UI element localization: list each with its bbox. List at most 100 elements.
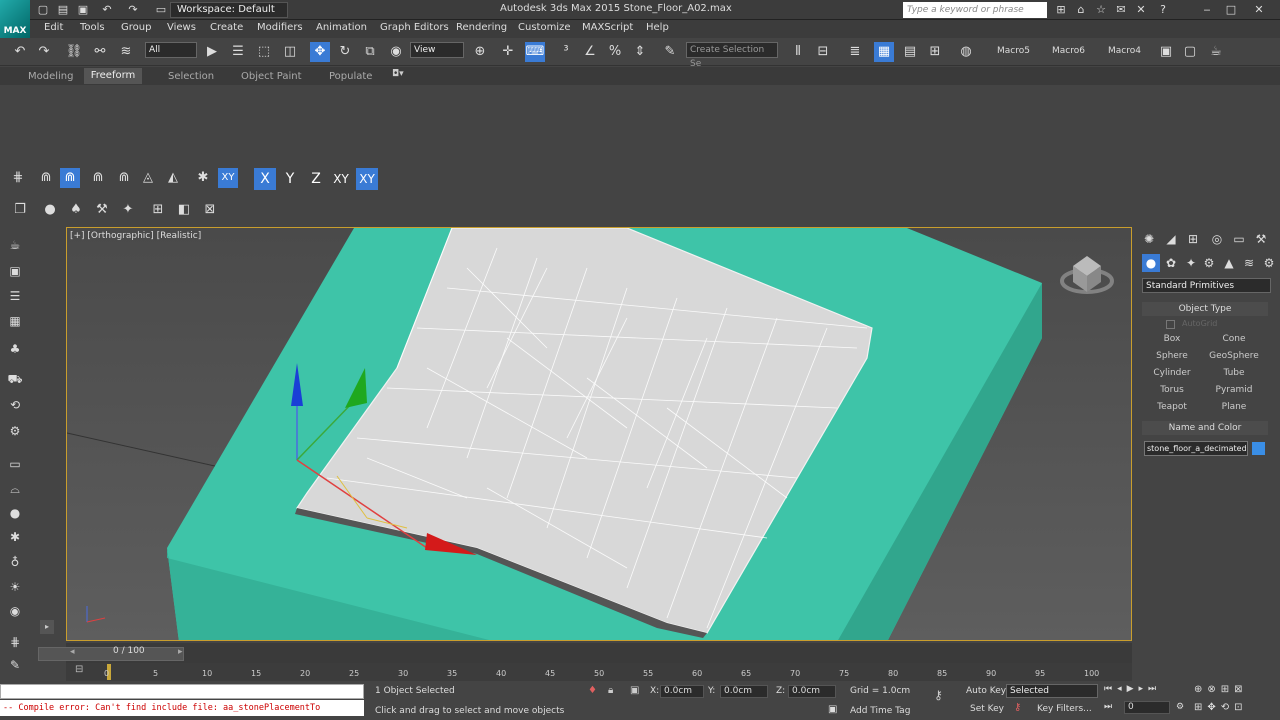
auto-key-button[interactable]: Auto Key (966, 686, 1006, 696)
menu-graph-editors[interactable]: Graph Editors (380, 22, 449, 33)
menu-maxscript[interactable]: MAXScript (582, 22, 633, 33)
bind-space-warp-icon[interactable]: ≋ (116, 42, 136, 62)
isolate-selection-icon[interactable]: ♦ (588, 685, 597, 696)
menu-modifiers[interactable]: Modifiers (257, 22, 303, 33)
edit-named-selection-icon[interactable]: ✎ (660, 42, 680, 62)
snap-perpendicular-icon[interactable]: ◭ (163, 168, 183, 188)
rectangular-selection-icon[interactable]: ⬚ (254, 42, 274, 62)
name-and-color-rollout[interactable]: Name and Color (1142, 421, 1268, 435)
key-mode-toggle-icon[interactable]: ⏭ (1104, 702, 1112, 712)
helpers-icon[interactable]: ▲ (1220, 254, 1238, 272)
teapot-button[interactable]: Teapot (1144, 400, 1200, 414)
select-by-name-icon[interactable]: ☰ (228, 42, 248, 62)
list-icon[interactable]: ☰ (6, 287, 24, 305)
menu-create[interactable]: Create (210, 22, 243, 33)
x-coord-field[interactable]: 0.0cm (660, 685, 704, 698)
spinner-snap-icon[interactable]: ⇕ (630, 42, 650, 62)
ribbon-options-icon[interactable]: ◘▾ (392, 69, 404, 79)
grid-small-icon[interactable]: ⋕ (6, 633, 24, 651)
percent-snap-icon[interactable]: % (605, 42, 625, 62)
set-key-icon[interactable]: ⚷ (1014, 702, 1021, 713)
cameras-icon[interactable]: ⚙ (1200, 254, 1218, 272)
snap-pivot-icon[interactable]: ⋒ (36, 168, 56, 188)
menu-customize[interactable]: Customize (518, 22, 571, 33)
snap-midpoint-icon[interactable]: ✱ (193, 168, 213, 188)
time-slider[interactable] (38, 647, 184, 661)
add-time-tag-button[interactable]: Add Time Tag (850, 706, 910, 716)
open-file-icon[interactable]: ▤ (56, 3, 70, 17)
maxscript-output[interactable]: -- Compile error: Can't find include fil… (0, 700, 364, 716)
subscription-icon[interactable]: ⌂ (1074, 3, 1088, 17)
autogrid-checkbox[interactable] (1166, 320, 1175, 329)
snap-edge-icon[interactable]: ⋒ (88, 168, 108, 188)
time-config-icon[interactable]: ⚙ (1176, 702, 1184, 712)
manipulate-icon[interactable]: ✛ (498, 42, 518, 62)
lightbulb-icon[interactable]: ♁ (6, 553, 24, 571)
angle-snap-icon[interactable]: ∠ (580, 42, 600, 62)
plane-button[interactable]: Plane (1206, 400, 1262, 414)
z-coord-field[interactable]: 0.0cm (788, 685, 836, 698)
geosphere-button[interactable]: GeoSphere (1206, 349, 1262, 363)
ribbon-tab-object-paint[interactable]: Object Paint (241, 71, 302, 82)
selection-filter-dropdown[interactable]: All (145, 42, 197, 58)
ribbon-tab-freeform[interactable]: Freeform (84, 68, 142, 84)
schematic-view-icon[interactable]: ⊞ (925, 42, 945, 62)
app-menu-button[interactable]: MAX (0, 0, 30, 38)
macro4-button[interactable]: Macro4 (1108, 46, 1141, 56)
place-icon[interactable]: ◉ (386, 42, 406, 62)
search-input[interactable]: Type a keyword or phrase (903, 2, 1047, 18)
viewport-label[interactable]: [+] [Orthographic] [Realistic] (70, 231, 201, 241)
mirror-icon[interactable]: ⫴ (788, 42, 808, 62)
sphere-icon[interactable]: ● (6, 504, 24, 522)
macro5-button[interactable]: Macro5 (997, 46, 1030, 56)
axis-y-button[interactable]: Y (279, 168, 301, 190)
time-next-icon[interactable]: ▸ (178, 647, 183, 657)
shirt-icon[interactable]: ♠ (66, 200, 86, 220)
sun-icon[interactable]: ✺ (1140, 230, 1158, 248)
cactus-icon[interactable]: ♣ (6, 340, 24, 358)
close-icon[interactable]: ✕ (1252, 3, 1266, 17)
redo-icon[interactable]: ↷ (126, 3, 140, 17)
macro6-button[interactable]: Macro6 (1052, 46, 1085, 56)
gear-group-icon[interactable]: ⚙ (6, 422, 24, 440)
snap-face-icon[interactable]: ⋒ (114, 168, 134, 188)
key-filters-button[interactable]: Key Filters... (1037, 704, 1092, 714)
link-icon[interactable]: ⛓ (64, 42, 84, 62)
save-icon[interactable]: ▣ (76, 3, 90, 17)
exchange-icon[interactable]: ✕ (1134, 3, 1148, 17)
ball-icon[interactable]: ◉ (6, 602, 24, 620)
playback-controls[interactable]: ⏮◂▶▸⏭ (1104, 684, 1161, 694)
communication-icon[interactable]: ✉ (1114, 3, 1128, 17)
sphere-button[interactable]: Sphere (1144, 349, 1200, 363)
maximize-icon[interactable]: □ (1224, 3, 1238, 17)
create-tab-icon[interactable]: ◢ (1162, 230, 1180, 248)
viewport-nav-controls[interactable]: ⊕⊗⊞⊠ (1194, 684, 1280, 695)
menu-help[interactable]: Help (646, 22, 669, 33)
pivot-center-icon[interactable]: ⊕ (470, 42, 490, 62)
hierarchy-tab-icon[interactable]: ⊞ (1184, 230, 1202, 248)
object-name-input[interactable]: stone_floor_a_decimated (1144, 441, 1248, 456)
key-icon[interactable]: ⚷ (934, 688, 943, 702)
select-and-scale-icon[interactable]: ⧉ (360, 42, 380, 62)
box-button[interactable]: Box (1144, 332, 1200, 346)
key-mode-dropdown[interactable]: Selected (1006, 684, 1098, 698)
keyboard-shortcut-override-icon[interactable]: ⌨ (525, 42, 545, 62)
undo-icon[interactable]: ↶ (10, 42, 30, 62)
workspace-dropdown[interactable]: Workspace: Default (170, 2, 288, 18)
render-setup-icon[interactable]: ▣ (1156, 42, 1176, 62)
systems-icon[interactable]: ⚙ (1260, 254, 1278, 272)
menu-tools[interactable]: Tools (80, 22, 105, 33)
ribbon-tab-modeling[interactable]: Modeling (28, 71, 74, 82)
binoculars-icon[interactable]: ⊞ (1054, 3, 1068, 17)
snap-toggle-icon[interactable]: ³ (556, 42, 576, 62)
add-time-tag-icon[interactable]: ▣ (828, 704, 837, 715)
select-and-rotate-icon[interactable]: ↻ (335, 42, 355, 62)
reference-coord-dropdown[interactable]: View (410, 42, 464, 58)
rotate-tool-icon[interactable]: ⟲ (6, 396, 24, 414)
maxscript-listener-input[interactable] (0, 684, 364, 699)
layers-icon[interactable]: ❐ (10, 200, 30, 220)
display-tab-icon[interactable]: ▭ (1230, 230, 1248, 248)
expand-left-panel-icon[interactable]: ▸ (40, 620, 54, 634)
snap-grid-icon[interactable]: ⋕ (8, 168, 28, 188)
favorites-icon[interactable]: ☆ (1094, 3, 1108, 17)
